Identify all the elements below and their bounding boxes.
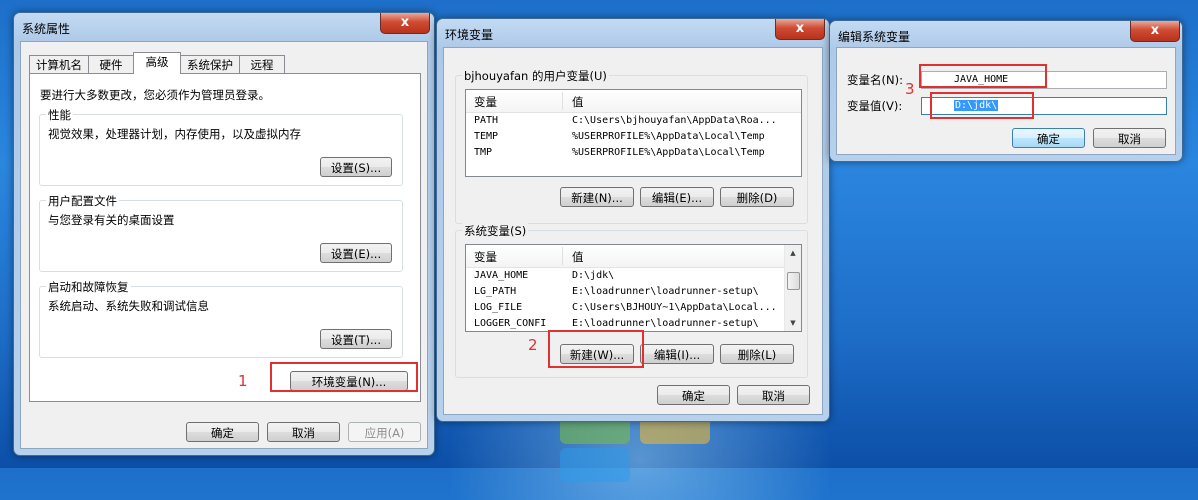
user-edit-button[interactable]: 编辑(E)... <box>640 187 714 207</box>
titlebar[interactable]: 系统属性 x <box>14 13 434 41</box>
user-variables-list[interactable]: 变量 值 PATH C:\Users\bjhouyafan\AppData\Ro… <box>465 89 802 177</box>
scroll-down-icon[interactable]: ▼ <box>785 315 801 331</box>
ok-button[interactable]: 确定 <box>186 422 259 442</box>
highlight-system-new-button <box>548 330 644 368</box>
user-variables-group: bjhouyafan 的用户变量(U) 变量 值 PATH C:\Users\b… <box>455 68 808 224</box>
edit-system-variable-window: 编辑系统变量 x 变量名(N): JAVA_HOME 变量值(V): D:\jd… <box>829 20 1183 162</box>
user-variables-group-title: bjhouyafan 的用户变量(U) <box>462 68 609 84</box>
list-item[interactable]: JAVA_HOME D:\jdk\ <box>466 269 784 285</box>
performance-group-title: 性能 <box>46 107 73 123</box>
column-separator[interactable] <box>562 92 563 110</box>
column-header-value[interactable]: 值 <box>572 94 584 110</box>
apply-button[interactable]: 应用(A) <box>348 422 421 442</box>
step-1-label: 1 <box>238 372 248 390</box>
user-profiles-description: 与您登录有关的桌面设置 <box>48 213 175 227</box>
window-title: 系统属性 <box>22 22 71 36</box>
startup-recovery-settings-button[interactable]: 设置(T)... <box>320 329 392 349</box>
variable-value: %USERPROFILE%\AppData\Local\Temp <box>572 131 765 142</box>
variable-name-label: 变量名(N): <box>847 73 903 87</box>
tab-remote[interactable]: 远程 <box>239 55 285 74</box>
variable-value: E:\loadrunner\loadrunner-setup\ <box>572 286 759 297</box>
variable-name: LOGGER_CONFI <box>474 318 547 329</box>
titlebar[interactable]: 环境变量 x <box>437 19 829 47</box>
list-item[interactable]: TEMP %USERPROFILE%\AppData\Local\Temp <box>466 130 801 146</box>
scroll-up-icon[interactable]: ▲ <box>785 245 801 261</box>
step-2-label: 2 <box>528 336 538 354</box>
ok-button[interactable]: 确定 <box>657 385 730 405</box>
ok-button[interactable]: 确定 <box>1012 128 1085 148</box>
startup-recovery-description: 系统启动、系统失败和调试信息 <box>48 299 209 313</box>
list-header: 变量 值 <box>466 245 801 268</box>
user-new-button[interactable]: 新建(N)... <box>560 187 634 207</box>
tab-advanced[interactable]: 高级 <box>133 52 181 74</box>
highlight-variable-name-field <box>919 64 1047 88</box>
vertical-scrollbar[interactable]: ▲ ▼ <box>784 245 801 331</box>
close-button[interactable]: x <box>1130 21 1180 42</box>
column-separator[interactable] <box>562 247 563 265</box>
system-delete-button[interactable]: 删除(L) <box>720 344 794 364</box>
user-delete-button[interactable]: 删除(D) <box>720 187 794 207</box>
startup-recovery-group-title: 启动和故障恢复 <box>46 279 131 295</box>
list-item[interactable]: LOG_FILE C:\Users\BJHOUY~1\AppData\Local… <box>466 301 784 317</box>
variable-value: C:\Users\bjhouyafan\AppData\Roa... <box>572 115 777 126</box>
close-button[interactable]: x <box>380 13 430 34</box>
variable-name: TMP <box>474 147 493 158</box>
variable-value-label: 变量值(V): <box>847 99 903 113</box>
variable-value: C:\Users\BJHOUY~1\AppData\Local... <box>572 302 777 313</box>
variable-name: PATH <box>474 115 499 126</box>
tab-hardware[interactable]: 硬件 <box>88 55 134 74</box>
scrollbar-thumb[interactable] <box>787 272 800 290</box>
cancel-button[interactable]: 取消 <box>267 422 340 442</box>
list-item[interactable]: TMP %USERPROFILE%\AppData\Local\Temp <box>466 146 801 162</box>
list-item[interactable]: LG_PATH E:\loadrunner\loadrunner-setup\ <box>466 285 784 301</box>
tab-system-protection[interactable]: 系统保护 <box>180 55 240 74</box>
column-header-variable[interactable]: 变量 <box>474 94 497 110</box>
column-header-variable[interactable]: 变量 <box>474 249 497 265</box>
highlight-variable-value-field <box>930 92 1034 119</box>
variable-name: LOG_FILE <box>474 302 523 313</box>
variable-value: D:\jdk\ <box>572 270 615 281</box>
user-profiles-settings-button[interactable]: 设置(E)... <box>320 243 392 263</box>
variable-name: JAVA_HOME <box>474 270 529 281</box>
close-button[interactable]: x <box>775 19 825 40</box>
user-profiles-group: 用户配置文件 与您登录有关的桌面设置 设置(E)... <box>39 193 403 272</box>
list-item[interactable]: PATH C:\Users\bjhouyafan\AppData\Roa... <box>466 114 801 130</box>
performance-group: 性能 视觉效果，处理器计划，内存使用，以及虚拟内存 设置(S)... <box>39 107 403 186</box>
cancel-button[interactable]: 取消 <box>737 385 810 405</box>
admin-note: 要进行大多数更改，您必须作为管理员登录。 <box>40 88 270 102</box>
cancel-button[interactable]: 取消 <box>1093 128 1166 148</box>
highlight-environment-variables-button <box>270 362 418 392</box>
user-profiles-group-title: 用户配置文件 <box>46 193 119 209</box>
performance-description: 视觉效果，处理器计划，内存使用，以及虚拟内存 <box>48 127 301 141</box>
window-title: 环境变量 <box>445 28 494 42</box>
tab-computer-name[interactable]: 计算机名 <box>29 55 89 74</box>
titlebar[interactable]: 编辑系统变量 x <box>830 21 1182 49</box>
variable-name: LG_PATH <box>474 286 517 297</box>
advanced-tab-panel: 要进行大多数更改，您必须作为管理员登录。 性能 视觉效果，处理器计划，内存使用，… <box>29 73 421 402</box>
system-variables-group-title: 系统变量(S) <box>462 223 529 239</box>
variable-name: TEMP <box>474 131 499 142</box>
column-header-value[interactable]: 值 <box>572 249 584 265</box>
variable-value: E:\loadrunner\loadrunner-setup\ <box>572 318 759 329</box>
startup-recovery-group: 启动和故障恢复 系统启动、系统失败和调试信息 设置(T)... <box>39 279 403 358</box>
window-title: 编辑系统变量 <box>838 30 911 44</box>
variable-value: %USERPROFILE%\AppData\Local\Temp <box>572 147 765 158</box>
performance-settings-button[interactable]: 设置(S)... <box>320 157 392 177</box>
list-header: 变量 值 <box>466 90 801 113</box>
system-variables-list[interactable]: 变量 值 JAVA_HOME D:\jdk\ LG_PATH E:\loadru… <box>465 244 802 332</box>
system-edit-button[interactable]: 编辑(I)... <box>640 344 714 364</box>
step-3-label: 3 <box>905 80 915 98</box>
